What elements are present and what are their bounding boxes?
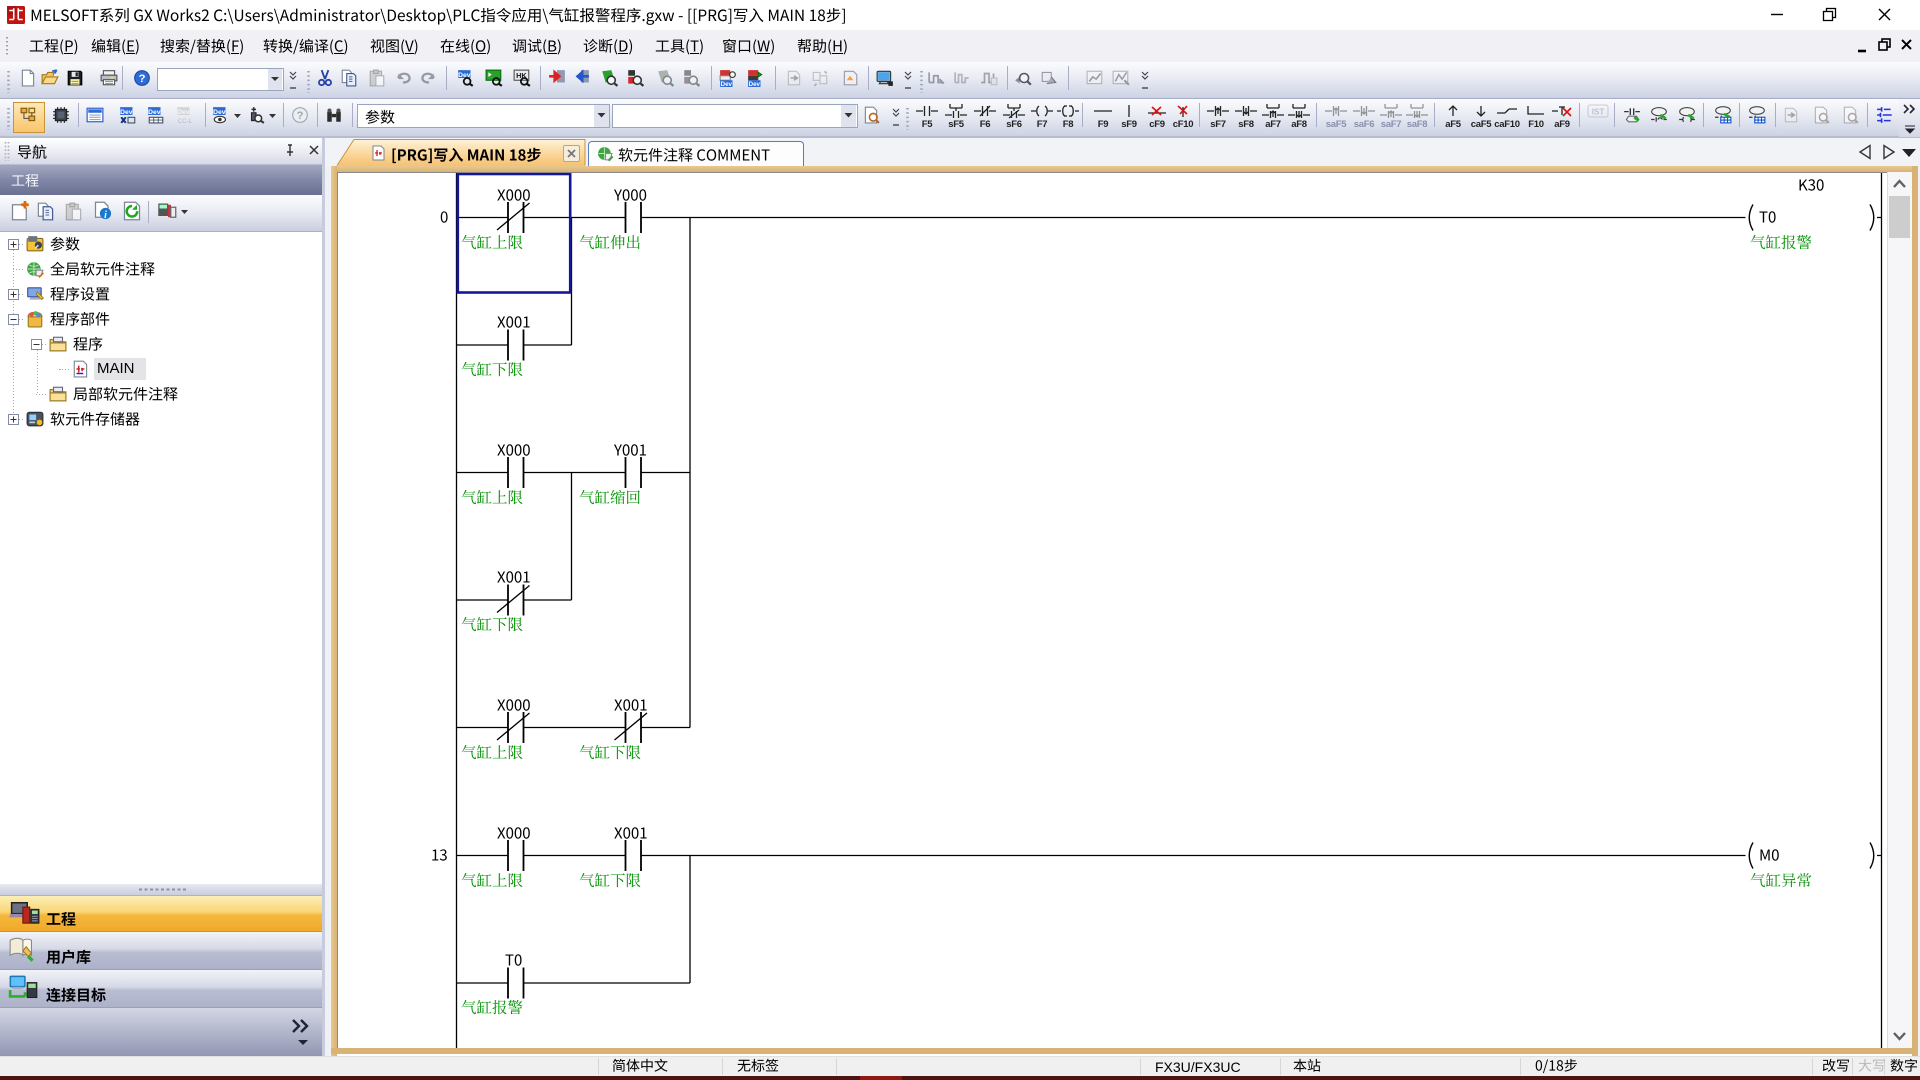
svg-text:Dev: Dev <box>148 109 161 116</box>
svg-text:Dev: Dev <box>213 109 226 116</box>
svg-text:?: ? <box>297 110 304 122</box>
svg-text:Dev: Dev <box>120 109 133 116</box>
svg-text:?: ? <box>139 73 146 85</box>
svg-text:IST: IST <box>1592 108 1605 117</box>
svg-text:Dev: Dev <box>177 109 190 116</box>
svg-text:i: i <box>104 210 107 221</box>
svg-text:CC-L: CC-L <box>178 118 193 124</box>
svg-text:Dev: Dev <box>721 81 733 87</box>
svg-text:Dev: Dev <box>749 81 761 87</box>
